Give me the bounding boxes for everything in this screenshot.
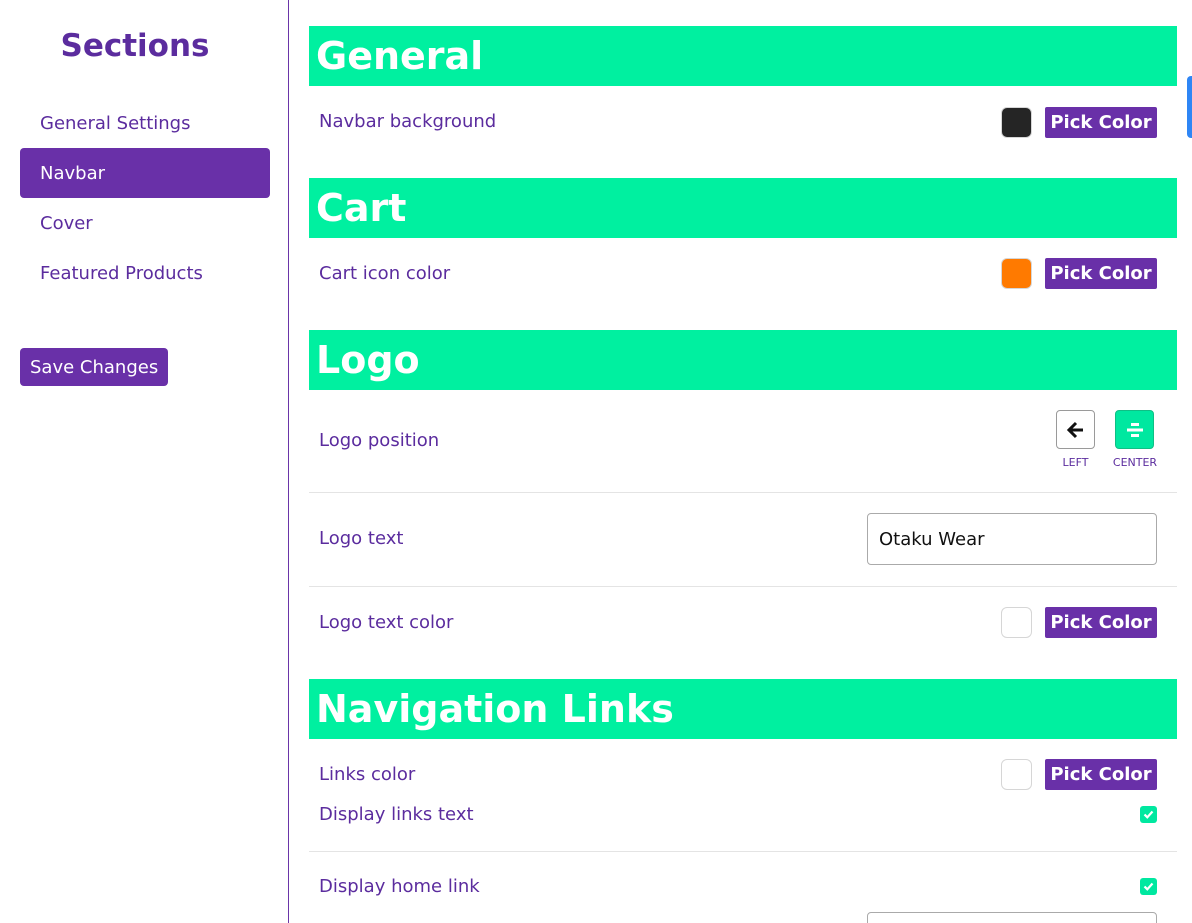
- save-changes-button[interactable]: Save Changes: [20, 348, 169, 386]
- logo-text-color-swatch[interactable]: [1001, 607, 1032, 638]
- cart-icon-color-swatch[interactable]: [1001, 258, 1032, 289]
- align-center-icon: [1126, 422, 1143, 437]
- divider: [309, 851, 1177, 852]
- sidebar-item-general-settings[interactable]: General Settings: [20, 98, 270, 148]
- logo-position-left-label: LEFT: [1062, 456, 1089, 469]
- sidebar-item-featured-products[interactable]: Featured Products: [20, 248, 270, 298]
- navbar-background-pick-color-button[interactable]: Pick Color: [1045, 107, 1157, 138]
- section-heading-general: General: [309, 26, 1177, 86]
- links-color-swatch[interactable]: [1001, 759, 1032, 790]
- logo-position-center-label: CENTER: [1112, 456, 1158, 469]
- sidebar-item-navbar[interactable]: Navbar: [20, 148, 270, 198]
- navbar-background-label: Navbar background: [319, 111, 497, 132]
- display-home-link-checkbox[interactable]: [1140, 878, 1157, 895]
- logo-position-label: Logo position: [319, 430, 440, 451]
- logo-text-pick-color-button[interactable]: Pick Color: [1045, 607, 1157, 638]
- links-color-label: Links color: [319, 764, 416, 785]
- edge-scroll-tab[interactable]: [1187, 76, 1192, 138]
- sidebar-title: Sections: [60, 28, 210, 64]
- display-home-link-label: Display home link: [319, 876, 480, 897]
- logo-text-color-label: Logo text color: [319, 612, 454, 633]
- display-links-text-label: Display links text: [319, 804, 474, 825]
- logo-text-input[interactable]: [867, 513, 1157, 565]
- logo-position-left-button[interactable]: [1056, 410, 1095, 449]
- logo-text-label: Logo text: [319, 528, 404, 549]
- section-heading-navigation-links: Navigation Links: [309, 679, 1177, 739]
- section-heading-cart: Cart: [309, 178, 1177, 238]
- partial-input-field[interactable]: [867, 912, 1157, 923]
- sidebar-item-cover[interactable]: Cover: [20, 198, 270, 248]
- checkmark-icon: [1143, 810, 1154, 819]
- divider: [309, 492, 1177, 493]
- divider: [309, 586, 1177, 587]
- sections-sidebar: Sections General Settings Navbar Cover F…: [0, 0, 289, 923]
- arrow-left-icon: [1066, 421, 1083, 438]
- display-links-text-checkbox[interactable]: [1140, 806, 1157, 823]
- navbar-background-swatch[interactable]: [1001, 107, 1032, 138]
- logo-position-center-button[interactable]: [1115, 410, 1154, 449]
- section-heading-logo: Logo: [309, 330, 1177, 390]
- links-pick-color-button[interactable]: Pick Color: [1045, 759, 1157, 790]
- cart-icon-pick-color-button[interactable]: Pick Color: [1045, 258, 1157, 289]
- cart-icon-color-label: Cart icon color: [319, 263, 451, 284]
- checkmark-icon: [1143, 882, 1154, 891]
